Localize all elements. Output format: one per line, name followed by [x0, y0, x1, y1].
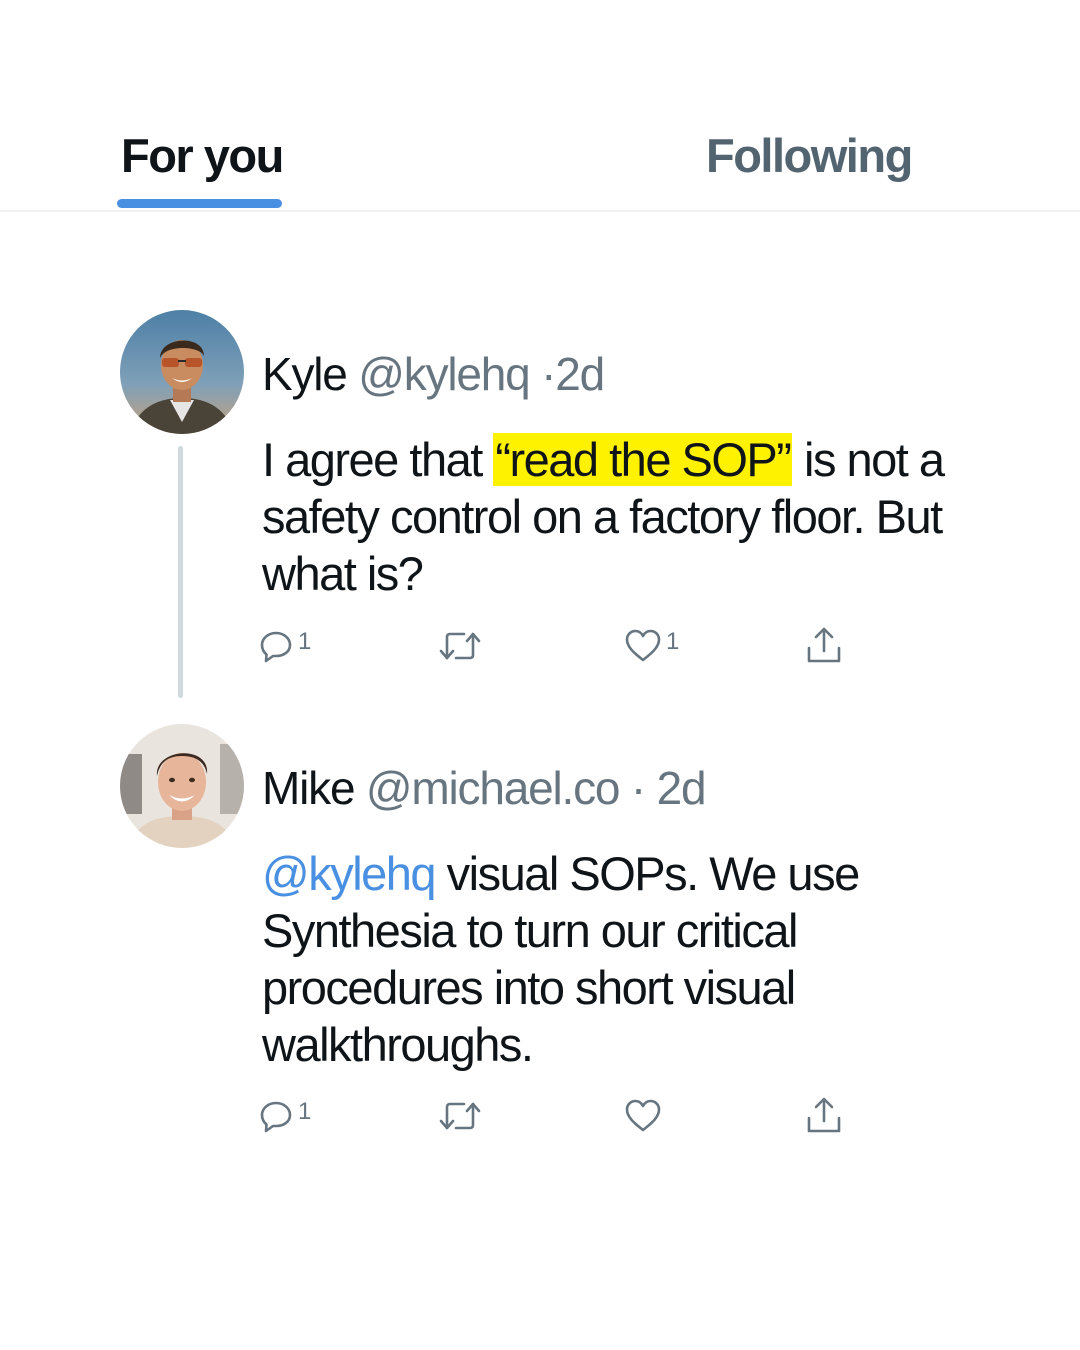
reply-icon: [258, 628, 294, 664]
avatar-mike[interactable]: [120, 724, 244, 848]
retweet-button[interactable]: [438, 1094, 482, 1138]
time-separator: ·: [541, 348, 556, 400]
reply-button[interactable]: 1: [258, 624, 311, 668]
retweet-icon: [438, 1098, 482, 1134]
post-timestamp[interactable]: 2d: [657, 762, 707, 814]
user-handle[interactable]: @michael.co: [366, 762, 621, 814]
heart-icon: [624, 1098, 662, 1134]
post-header: Mike @michael.co · 2d: [262, 760, 707, 816]
post-actions: 1 1: [258, 624, 858, 668]
timeline-tabs: For you Following: [0, 0, 1080, 212]
share-icon: [804, 1096, 844, 1136]
thread-connector-line: [178, 446, 183, 698]
post-actions: 1: [258, 1094, 858, 1138]
reply-icon: [258, 1098, 294, 1134]
mention-link[interactable]: @kylehq: [262, 847, 437, 900]
retweet-button[interactable]: [438, 624, 482, 668]
tab-for-you[interactable]: For you: [121, 128, 284, 184]
tab-following[interactable]: Following: [706, 128, 913, 184]
post-header: Kyle @kylehq ·2d: [262, 346, 605, 402]
post-text: @kylehq visual SOPs. We use Synthesia to…: [262, 845, 982, 1073]
heart-icon: [624, 628, 662, 664]
like-button[interactable]: 1: [624, 624, 679, 668]
avatar-kyle[interactable]: [120, 310, 244, 434]
post-text: I agree that “read the SOP” is not a saf…: [262, 431, 982, 602]
like-count: 1: [666, 628, 680, 655]
time-separator: ·: [630, 762, 646, 814]
share-button[interactable]: [804, 1094, 844, 1138]
post-timestamp[interactable]: 2d: [555, 348, 605, 400]
display-name[interactable]: Mike: [262, 762, 356, 814]
retweet-icon: [438, 628, 482, 664]
share-icon: [804, 626, 844, 666]
like-button[interactable]: [624, 1094, 666, 1138]
reply-count: 1: [298, 628, 312, 655]
display-name[interactable]: Kyle: [262, 348, 348, 400]
post-text-start: I agree that: [262, 433, 494, 486]
reply-button[interactable]: 1: [258, 1094, 311, 1138]
highlighted-quote: “read the SOP”: [493, 433, 793, 486]
reply-count: 1: [298, 1098, 312, 1125]
user-handle[interactable]: @kylehq: [358, 348, 530, 400]
active-tab-indicator: [117, 199, 282, 208]
share-button[interactable]: [804, 624, 844, 668]
